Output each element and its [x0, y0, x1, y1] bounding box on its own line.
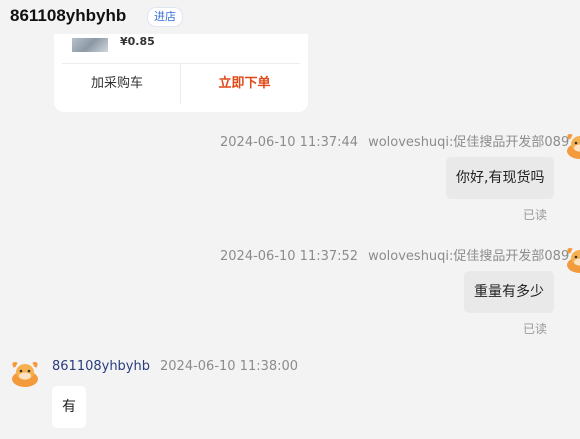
buy-now-button[interactable]: 立即下单 — [181, 64, 308, 104]
message-time: 2024-06-10 11:38:00 — [160, 359, 299, 374]
message-time: 2024-06-10 11:37:52 — [220, 249, 359, 264]
chat-header: 861108yhbyhb 进店 — [0, 0, 580, 34]
cow-avatar-icon[interactable] — [10, 359, 40, 389]
product-thumbnail[interactable] — [72, 38, 108, 52]
message-time: 2024-06-10 11:37:44 — [220, 135, 359, 150]
product-price: ¥0.85 — [120, 35, 155, 48]
cow-avatar-icon[interactable] — [565, 131, 580, 161]
sender-name: woloveshuqi:促佳搜品开发部089 — [368, 249, 570, 264]
message-meta: 2024-06-10 11:37:44 woloveshuqi:促佳搜品开发部08… — [220, 131, 569, 150]
add-to-cart-button[interactable]: 加采购车 — [54, 64, 180, 104]
cow-avatar-icon[interactable] — [565, 245, 580, 275]
sender-name: 861108yhbyhb — [52, 359, 150, 374]
message-meta: 2024-06-10 11:37:52 woloveshuqi:促佳搜品开发部08… — [220, 245, 569, 264]
enter-shop-button[interactable]: 进店 — [147, 7, 183, 27]
message-meta: 861108yhbyhb 2024-06-10 11:38:00 — [52, 359, 298, 374]
shop-name: 861108yhbyhb — [10, 6, 127, 25]
sender-name: woloveshuqi:促佳搜品开发部089 — [368, 135, 570, 150]
read-status: 已读 — [523, 322, 548, 336]
message-bubble[interactable]: 你好,有现货吗 — [446, 157, 555, 199]
message-bubble[interactable]: 重量有多少 — [464, 271, 554, 313]
message-bubble[interactable]: 有 — [52, 386, 86, 428]
read-status: 已读 — [523, 208, 548, 222]
